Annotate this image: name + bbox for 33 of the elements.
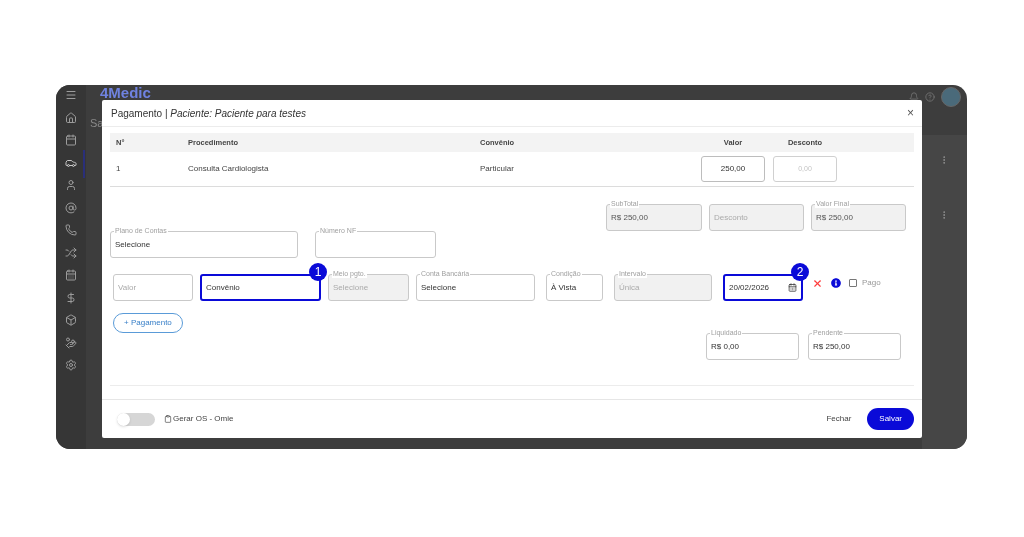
logo: 4Medic — [100, 85, 151, 100]
toggle-switch[interactable] — [117, 412, 155, 426]
checkbox-label: Pago — [862, 277, 881, 289]
table-cell-text: 1 — [115, 163, 122, 175]
save-button[interactable]: Salvar — [867, 408, 914, 430]
bell-icon[interactable] — [909, 92, 919, 102]
close-button[interactable]: × — [907, 107, 914, 119]
calendar-icon[interactable] — [788, 283, 797, 292]
home-icon[interactable] — [65, 111, 77, 124]
settings-icon[interactable] — [65, 359, 77, 371]
table-cell-text: Consulta Cardiologista — [187, 163, 270, 175]
clipboard-icon — [164, 415, 172, 423]
phone-icon[interactable] — [65, 224, 77, 236]
callout-badge: 1 — [309, 263, 327, 281]
shuffle-icon[interactable] — [65, 246, 77, 259]
calendar-icon[interactable] — [65, 134, 77, 146]
remove-icon[interactable] — [812, 277, 823, 289]
calendar-icon[interactable] — [65, 269, 77, 281]
dollar-icon[interactable] — [65, 291, 77, 304]
paid-checkbox[interactable] — [849, 279, 857, 287]
at-sign-icon[interactable] — [65, 201, 77, 214]
callout-badge: 2 — [791, 263, 809, 281]
close-dialog-button[interactable]: Fechar — [826, 413, 852, 425]
toggle-label: Gerar OS - Omie — [173, 413, 234, 425]
user-icon[interactable] — [65, 179, 77, 191]
hand-coins-icon[interactable] — [65, 336, 77, 349]
box-icon[interactable] — [65, 314, 77, 326]
dialog-title: Pagamento | Paciente: Paciente para testes — [111, 106, 306, 121]
input-field[interactable] — [315, 231, 436, 258]
table-cell-text: Particular — [479, 163, 515, 175]
value-input[interactable]: 250,00 — [701, 156, 765, 182]
info-icon[interactable] — [831, 278, 841, 288]
menu-icon[interactable] — [65, 89, 77, 101]
